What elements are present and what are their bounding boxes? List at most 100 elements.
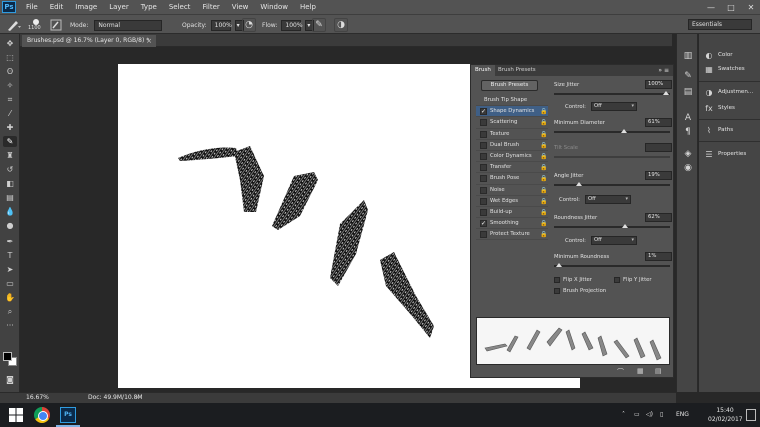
menu-help[interactable]: Help	[294, 0, 322, 14]
checkbox-smoothing[interactable]: ✓	[480, 220, 487, 228]
roundness-jitter-slider[interactable]	[554, 224, 670, 228]
menu-image[interactable]: Image	[69, 0, 103, 14]
checkbox-build-up[interactable]	[480, 208, 487, 216]
character-icon[interactable]: A	[682, 112, 694, 124]
list-item-dual-brush[interactable]: Dual Brush 🔒	[476, 140, 548, 151]
layers-icon[interactable]: ◈	[682, 148, 694, 160]
flow-input[interactable]: 100%	[281, 19, 303, 31]
close-window-button[interactable]: ✕	[746, 3, 756, 12]
brush-tool-preset-icon[interactable]	[6, 18, 22, 32]
menu-layer[interactable]: Layer	[103, 0, 135, 14]
panel-paths[interactable]: ⌇ Paths	[699, 124, 760, 137]
list-item-scattering[interactable]: Scattering 🔒	[476, 117, 548, 129]
slider-knob[interactable]	[621, 129, 627, 133]
list-item-brush-pose[interactable]: Brush Pose 🔒	[476, 173, 548, 185]
checkbox-protect-texture[interactable]	[480, 231, 487, 239]
new-preset-icon[interactable]: ▤	[655, 367, 662, 375]
list-item-build-up[interactable]: Build-up 🔒	[476, 207, 548, 219]
lock-icon[interactable]: 🔒	[540, 220, 547, 227]
minimize-button[interactable]: —	[706, 3, 716, 12]
slider-knob[interactable]	[576, 182, 582, 186]
gradient-tool-icon[interactable]: ▤	[3, 192, 17, 203]
list-item-shape-dynamics[interactable]: ✓ Shape Dynamics 🔒	[476, 106, 548, 118]
size-control-select[interactable]: Off	[591, 102, 637, 111]
close-document-icon[interactable]: ×	[146, 35, 152, 47]
menu-edit[interactable]: Edit	[44, 0, 70, 14]
zoom-tool-icon[interactable]: ⌕	[3, 306, 17, 317]
panel-styles[interactable]: fx Styles	[699, 102, 760, 115]
marquee-tool-icon[interactable]: ⬚	[3, 52, 17, 63]
clone-stamp-icon[interactable]: ♜	[3, 150, 17, 161]
list-item-transfer[interactable]: Transfer 🔒	[476, 162, 548, 174]
roundness-control-select[interactable]: Off	[591, 236, 637, 245]
windows-start-icon[interactable]	[8, 407, 24, 423]
paragraph-icon[interactable]: ¶	[682, 126, 694, 138]
list-item-brush-tip-shape[interactable]: Brush Tip Shape	[476, 95, 548, 107]
menu-window[interactable]: Window	[254, 0, 294, 14]
brush-size-value[interactable]: 1100	[28, 25, 41, 31]
minimum-diameter-value[interactable]: 61%	[645, 118, 672, 127]
minimum-roundness-slider[interactable]	[554, 263, 670, 267]
brush-panel-icon[interactable]: ✎	[682, 70, 694, 82]
checkbox-brush-pose[interactable]	[480, 175, 487, 183]
size-jitter-value[interactable]: 100%	[645, 80, 672, 89]
toggle-live-tip-icon[interactable]: ⌒	[617, 367, 624, 377]
lock-icon[interactable]: 🔒	[540, 209, 547, 216]
lock-icon[interactable]: 🔒	[540, 231, 547, 238]
history-brush-icon[interactable]: ↺	[3, 164, 17, 175]
list-item-wet-edges[interactable]: Wet Edges 🔒	[476, 196, 548, 207]
menu-select[interactable]: Select	[163, 0, 197, 14]
list-item-texture[interactable]: Texture 🔒	[476, 129, 548, 140]
magic-wand-icon[interactable]: ✧	[3, 80, 17, 91]
healing-tool-icon[interactable]: ✚	[3, 122, 17, 133]
minimum-roundness-value[interactable]: 1%	[645, 252, 672, 261]
slider-knob[interactable]	[556, 263, 562, 267]
eyedropper-tool-icon[interactable]: ⁄	[3, 108, 17, 119]
battery-icon[interactable]: ▯	[660, 403, 663, 427]
checkbox-scattering[interactable]	[480, 119, 487, 127]
tab-brush[interactable]: Brush	[471, 65, 495, 76]
foreground-color-swatch[interactable]	[3, 352, 12, 361]
checkbox-dual-brush[interactable]	[480, 141, 487, 149]
lock-icon[interactable]: 🔒	[540, 142, 547, 149]
blur-tool-icon[interactable]: 💧	[3, 206, 17, 217]
quick-mask-icon[interactable]: ◙	[3, 374, 17, 385]
lock-icon[interactable]: 🔒	[540, 131, 547, 138]
checkbox-transfer[interactable]	[480, 164, 487, 172]
list-item-smoothing[interactable]: ✓ Smoothing 🔒	[476, 218, 548, 230]
action-center-icon[interactable]	[746, 409, 756, 421]
lasso-tool-icon[interactable]: ʘ	[3, 66, 17, 77]
list-item-noise[interactable]: Noise 🔒	[476, 185, 548, 196]
angle-jitter-value[interactable]: 19%	[645, 171, 672, 180]
language-indicator[interactable]: ENG	[676, 403, 689, 427]
tray-chevron-icon[interactable]: ˄	[622, 403, 625, 427]
path-selection-icon[interactable]: ➤	[3, 264, 17, 275]
photoshop-taskbar-icon[interactable]: Ps	[60, 407, 76, 423]
checkbox-shape-dynamics[interactable]: ✓	[480, 108, 487, 116]
lock-icon[interactable]: 🔒	[540, 175, 547, 182]
workspace-select[interactable]: Essentials	[688, 19, 752, 30]
opacity-input[interactable]: 100%	[210, 19, 232, 31]
volume-icon[interactable]: ◁)	[646, 403, 653, 427]
pressure-opacity-icon[interactable]: ◔	[242, 18, 256, 32]
status-menu-icon[interactable]: ›	[136, 393, 138, 403]
checkbox-noise[interactable]	[480, 186, 487, 194]
slider-knob[interactable]	[663, 91, 669, 95]
brush-tool-icon[interactable]: ✎	[3, 136, 17, 147]
menu-view[interactable]: View	[226, 0, 255, 14]
checkbox-wet-edges[interactable]	[480, 197, 487, 205]
zoom-level[interactable]: 16.67%	[26, 393, 49, 403]
eraser-tool-icon[interactable]: ◧	[3, 178, 17, 189]
network-icon[interactable]: ▭	[634, 403, 640, 427]
list-item-protect-texture[interactable]: Protect Texture 🔒	[476, 229, 548, 241]
checkbox-color-dynamics[interactable]	[480, 152, 487, 160]
brush-presets-icon[interactable]: ▤	[682, 86, 694, 98]
minimum-diameter-slider[interactable]	[554, 129, 670, 133]
dodge-tool-icon[interactable]: ●	[3, 220, 17, 231]
hand-tool-icon[interactable]: ✋	[3, 292, 17, 303]
pressure-size-icon[interactable]: ◑	[334, 18, 348, 32]
lock-icon[interactable]: 🔒	[540, 164, 547, 171]
list-item-color-dynamics[interactable]: Color Dynamics 🔒	[476, 151, 548, 163]
angle-jitter-slider[interactable]	[554, 182, 670, 186]
channels-icon[interactable]: ◉	[682, 162, 694, 174]
